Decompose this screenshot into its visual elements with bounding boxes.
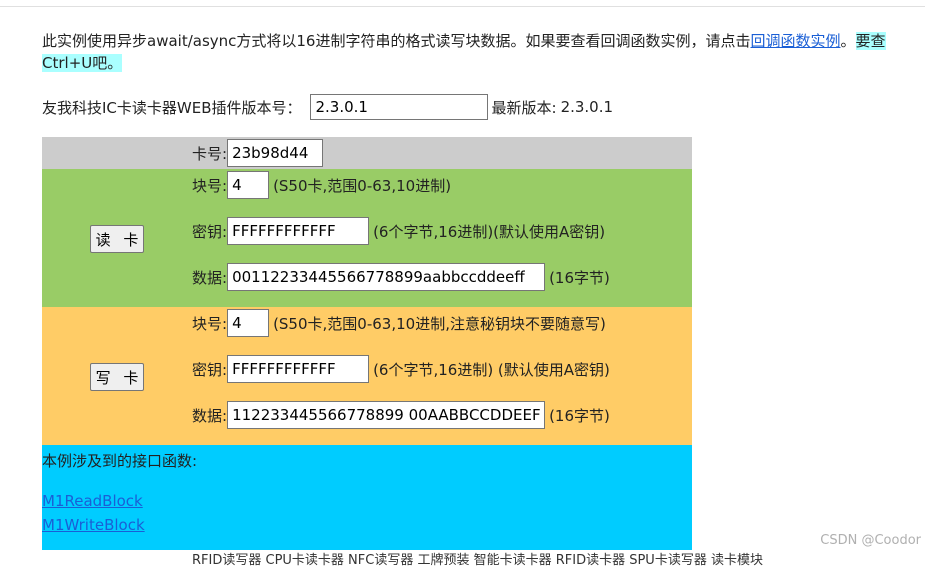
read-block-note: (S50卡,范围0-63,10进制) xyxy=(273,176,452,195)
write-block-input[interactable] xyxy=(227,309,270,337)
read-section: 读 卡 块号: (S50卡,范围0-63,10进制) 密钥: (6个字节,16进… xyxy=(42,169,692,307)
footer-product-links: RFID读写器 CPU卡读卡器 NFC读写器 工牌预装 智能卡读卡器 RFID读… xyxy=(192,553,763,568)
read-data-input[interactable] xyxy=(227,263,546,291)
write-key-label: 密钥: xyxy=(192,360,228,379)
api-functions-section: 本例涉及到的接口函数: M1ReadBlock M1WriteBlock xyxy=(42,445,692,550)
read-key-input[interactable] xyxy=(227,217,370,245)
write-block-note: (S50卡,范围0-63,10进制,注意秘钥块不要随意写) xyxy=(273,314,606,333)
card-number-input[interactable] xyxy=(227,139,324,167)
version-input[interactable] xyxy=(309,94,488,120)
write-card-button[interactable]: 写 卡 xyxy=(90,363,144,391)
card-number-row: 卡号: xyxy=(42,137,692,169)
read-key-label: 密钥: xyxy=(192,222,228,241)
write-key-input[interactable] xyxy=(227,355,370,383)
read-block-label: 块号: xyxy=(192,176,228,195)
card-operations-table: 卡号: 读 卡 块号: (S50卡,范围0-63,10进制) 密钥: (6个字节… xyxy=(42,137,692,550)
card-number-field-group: 卡号: xyxy=(192,138,324,168)
highlight-text-end: Ctrl+U吧。 xyxy=(42,54,123,72)
version-row: 友我科技IC卡读卡器WEB插件版本号： 最新版本: 2.3.0.1 xyxy=(42,91,613,123)
read-data-label: 数据: xyxy=(192,268,228,287)
read-block-group: 块号: (S50卡,范围0-63,10进制) xyxy=(192,170,451,200)
card-number-label: 卡号: xyxy=(192,144,228,163)
api-link-m1readblock[interactable]: M1ReadBlock xyxy=(42,492,143,510)
top-divider xyxy=(0,6,925,7)
write-block-group: 块号: (S50卡,范围0-63,10进制,注意秘钥块不要随意写) xyxy=(192,308,606,338)
write-key-note: (6个字节,16进制) (默认使用A密钥) xyxy=(373,360,610,379)
write-data-label: 数据: xyxy=(192,406,228,425)
read-data-group: 数据: (16字节) xyxy=(192,262,610,292)
write-data-note: (16字节) xyxy=(549,406,610,425)
callback-example-link[interactable]: 回调函数实例 xyxy=(750,32,840,50)
write-data-input[interactable] xyxy=(227,401,546,429)
intro-text-after: 。 xyxy=(840,32,856,50)
write-key-group: 密钥: (6个字节,16进制) (默认使用A密钥) xyxy=(192,354,610,384)
write-block-label: 块号: xyxy=(192,314,228,333)
read-key-note: (6个字节,16进制)(默认使用A密钥) xyxy=(373,222,606,241)
read-card-button[interactable]: 读 卡 xyxy=(90,225,144,253)
latest-version-value: 2.3.0.1 xyxy=(560,98,614,116)
highlight-text-start: 要查 xyxy=(855,32,886,50)
intro-text: 此实例使用异步await/async方式将以16进制字符串的格式读写块数据。如果… xyxy=(42,32,751,50)
latest-version-label: 最新版本: xyxy=(491,98,557,117)
write-data-group: 数据: (16字节) xyxy=(192,400,610,430)
version-label: 友我科技IC卡读卡器WEB插件版本号： xyxy=(42,98,302,117)
read-key-group: 密钥: (6个字节,16进制)(默认使用A密钥) xyxy=(192,216,605,246)
csdn-watermark: CSDN @Coodor xyxy=(820,533,921,548)
api-link-m1writeblock[interactable]: M1WriteBlock xyxy=(42,516,145,534)
write-section: 写 卡 块号: (S50卡,范围0-63,10进制,注意秘钥块不要随意写) 密钥… xyxy=(42,307,692,445)
intro-paragraph: 此实例使用异步await/async方式将以16进制字符串的格式读写块数据。如果… xyxy=(42,30,925,74)
read-data-note: (16字节) xyxy=(549,268,610,287)
api-functions-title: 本例涉及到的接口函数: xyxy=(42,452,198,470)
read-block-input[interactable] xyxy=(227,171,270,199)
